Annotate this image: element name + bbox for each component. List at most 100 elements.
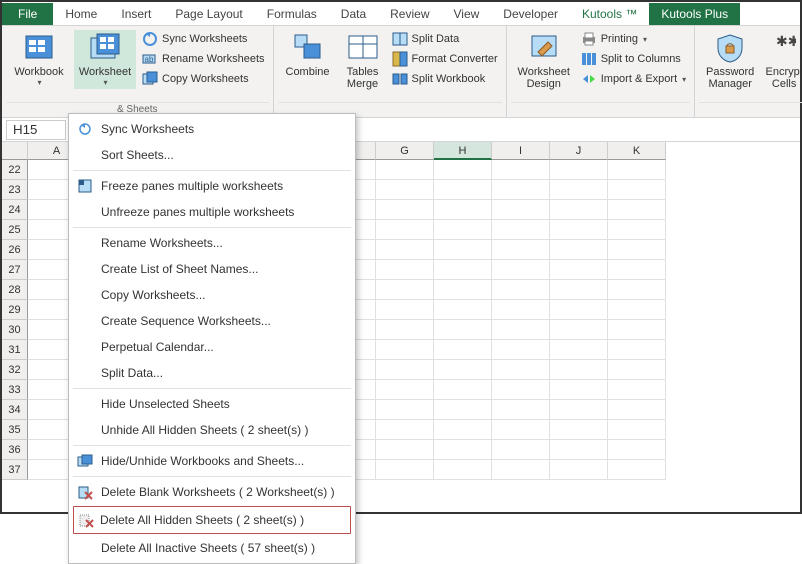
cell-K37[interactable] bbox=[608, 460, 666, 480]
cell-I29[interactable] bbox=[492, 300, 550, 320]
cell-H33[interactable] bbox=[434, 380, 492, 400]
cell-G28[interactable] bbox=[376, 280, 434, 300]
row-header-27[interactable]: 27 bbox=[2, 260, 28, 280]
cell-G33[interactable] bbox=[376, 380, 434, 400]
cell-I25[interactable] bbox=[492, 220, 550, 240]
tab-review[interactable]: Review bbox=[378, 3, 441, 25]
cell-J26[interactable] bbox=[550, 240, 608, 260]
cell-K26[interactable] bbox=[608, 240, 666, 260]
cell-K22[interactable] bbox=[608, 160, 666, 180]
row-header-29[interactable]: 29 bbox=[2, 300, 28, 320]
cell-K27[interactable] bbox=[608, 260, 666, 280]
menu-freeze-panes[interactable]: Freeze panes multiple worksheets bbox=[69, 173, 355, 199]
worksheet-design-button[interactable]: Worksheet Design bbox=[513, 30, 575, 92]
cell-J37[interactable] bbox=[550, 460, 608, 480]
cell-K33[interactable] bbox=[608, 380, 666, 400]
cell-I22[interactable] bbox=[492, 160, 550, 180]
cell-J35[interactable] bbox=[550, 420, 608, 440]
cell-K28[interactable] bbox=[608, 280, 666, 300]
menu-hide-unhide-workbooks[interactable]: Hide/Unhide Workbooks and Sheets... bbox=[69, 448, 355, 474]
cell-K31[interactable] bbox=[608, 340, 666, 360]
password-manager-button[interactable]: Password Manager bbox=[701, 30, 759, 92]
cell-H34[interactable] bbox=[434, 400, 492, 420]
cell-G34[interactable] bbox=[376, 400, 434, 420]
cell-I33[interactable] bbox=[492, 380, 550, 400]
row-header-36[interactable]: 36 bbox=[2, 440, 28, 460]
cell-G24[interactable] bbox=[376, 200, 434, 220]
cell-J27[interactable] bbox=[550, 260, 608, 280]
cell-J32[interactable] bbox=[550, 360, 608, 380]
cell-G29[interactable] bbox=[376, 300, 434, 320]
column-header-G[interactable]: G bbox=[376, 142, 434, 160]
tab-kutools[interactable]: Kutools ™ bbox=[570, 3, 649, 25]
tab-home[interactable]: Home bbox=[53, 3, 109, 25]
combine-button[interactable]: Combine bbox=[280, 30, 336, 80]
cell-J30[interactable] bbox=[550, 320, 608, 340]
cell-H24[interactable] bbox=[434, 200, 492, 220]
cell-K25[interactable] bbox=[608, 220, 666, 240]
cell-H22[interactable] bbox=[434, 160, 492, 180]
cell-G32[interactable] bbox=[376, 360, 434, 380]
rename-worksheets-button[interactable]: ab Rename Worksheets bbox=[140, 50, 267, 68]
menu-sync-worksheets[interactable]: Sync Worksheets bbox=[69, 116, 355, 142]
row-header-35[interactable]: 35 bbox=[2, 420, 28, 440]
column-header-J[interactable]: J bbox=[550, 142, 608, 160]
cell-J33[interactable] bbox=[550, 380, 608, 400]
column-header-I[interactable]: I bbox=[492, 142, 550, 160]
cell-G35[interactable] bbox=[376, 420, 434, 440]
menu-perpetual-calendar[interactable]: Perpetual Calendar... bbox=[69, 334, 355, 360]
cell-G25[interactable] bbox=[376, 220, 434, 240]
split-workbook-button[interactable]: Split Workbook bbox=[390, 70, 500, 88]
printing-button[interactable]: Printing▾ bbox=[579, 30, 688, 48]
cell-I32[interactable] bbox=[492, 360, 550, 380]
row-header-31[interactable]: 31 bbox=[2, 340, 28, 360]
cell-H28[interactable] bbox=[434, 280, 492, 300]
cell-G31[interactable] bbox=[376, 340, 434, 360]
cell-H26[interactable] bbox=[434, 240, 492, 260]
tab-developer[interactable]: Developer bbox=[491, 3, 570, 25]
cell-K36[interactable] bbox=[608, 440, 666, 460]
menu-create-list-sheet-names[interactable]: Create List of Sheet Names... bbox=[69, 256, 355, 282]
menu-sort-sheets[interactable]: Sort Sheets... bbox=[69, 142, 355, 168]
cell-I24[interactable] bbox=[492, 200, 550, 220]
menu-unhide-all-hidden-sheets[interactable]: Unhide All Hidden Sheets ( 2 sheet(s) ) bbox=[69, 417, 355, 443]
tab-kutools-plus[interactable]: Kutools Plus bbox=[649, 3, 740, 25]
cell-H30[interactable] bbox=[434, 320, 492, 340]
row-header-34[interactable]: 34 bbox=[2, 400, 28, 420]
tab-data[interactable]: Data bbox=[329, 3, 378, 25]
cell-J29[interactable] bbox=[550, 300, 608, 320]
encrypt-cells-button[interactable]: ✱✱ Encrypt Cells bbox=[763, 30, 802, 92]
menu-copy-worksheets[interactable]: Copy Worksheets... bbox=[69, 282, 355, 308]
cell-H23[interactable] bbox=[434, 180, 492, 200]
format-converter-button[interactable]: Format Converter bbox=[390, 50, 500, 68]
row-header-22[interactable]: 22 bbox=[2, 160, 28, 180]
copy-worksheets-button[interactable]: Copy Worksheets bbox=[140, 70, 267, 88]
menu-delete-blank-worksheets[interactable]: Delete Blank Worksheets ( 2 Worksheet(s)… bbox=[69, 479, 355, 505]
cell-I30[interactable] bbox=[492, 320, 550, 340]
cell-G27[interactable] bbox=[376, 260, 434, 280]
cell-G23[interactable] bbox=[376, 180, 434, 200]
cell-J25[interactable] bbox=[550, 220, 608, 240]
tab-formulas[interactable]: Formulas bbox=[255, 3, 329, 25]
menu-delete-all-hidden-sheets[interactable]: Delete All Hidden Sheets ( 2 sheet(s) ) bbox=[73, 506, 351, 534]
cell-G26[interactable] bbox=[376, 240, 434, 260]
sync-worksheets-button[interactable]: Sync Worksheets bbox=[140, 30, 267, 48]
tab-page-layout[interactable]: Page Layout bbox=[163, 3, 254, 25]
cell-H29[interactable] bbox=[434, 300, 492, 320]
tables-merge-button[interactable]: Tables Merge bbox=[340, 30, 386, 92]
column-header-H[interactable]: H bbox=[434, 142, 492, 160]
cell-G37[interactable] bbox=[376, 460, 434, 480]
tab-insert[interactable]: Insert bbox=[109, 3, 163, 25]
cell-K30[interactable] bbox=[608, 320, 666, 340]
cell-I26[interactable] bbox=[492, 240, 550, 260]
menu-create-sequence-worksheets[interactable]: Create Sequence Worksheets... bbox=[69, 308, 355, 334]
row-header-26[interactable]: 26 bbox=[2, 240, 28, 260]
cell-I23[interactable] bbox=[492, 180, 550, 200]
cell-J36[interactable] bbox=[550, 440, 608, 460]
name-box[interactable] bbox=[6, 120, 66, 140]
cell-K32[interactable] bbox=[608, 360, 666, 380]
cell-I31[interactable] bbox=[492, 340, 550, 360]
column-header-K[interactable]: K bbox=[608, 142, 666, 160]
cell-I27[interactable] bbox=[492, 260, 550, 280]
tab-view[interactable]: View bbox=[442, 3, 492, 25]
